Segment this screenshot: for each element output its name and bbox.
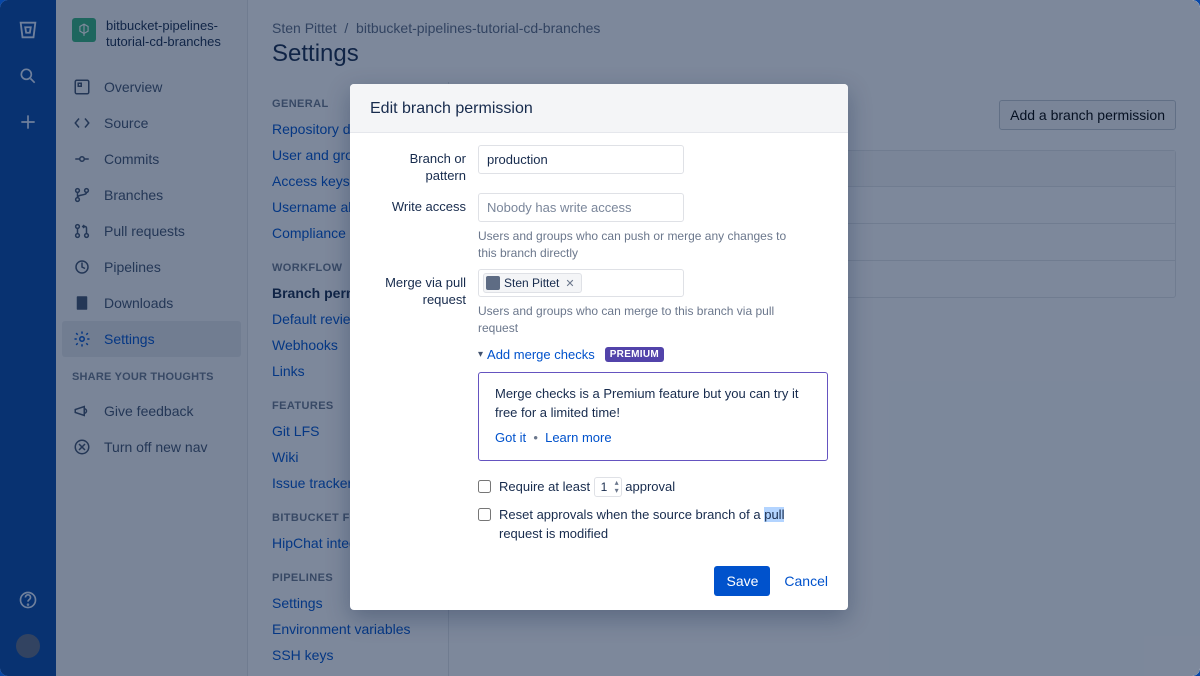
promo-learn-more-link[interactable]: Learn more (545, 430, 611, 445)
check-require-tasks: Require all pull request tasks to be res… (478, 548, 828, 554)
merge-pr-input[interactable]: Sten Pittet ✕ (478, 269, 684, 297)
checkbox[interactable] (478, 480, 491, 493)
write-access-help: Users and groups who can push or merge a… (478, 228, 808, 262)
write-access-input[interactable] (478, 193, 684, 222)
user-token: Sten Pittet ✕ (483, 273, 582, 293)
branch-pattern-input[interactable] (478, 145, 684, 174)
edit-branch-permission-modal: Edit branch permission Branch or pattern… (350, 84, 848, 610)
avatar-icon (486, 276, 500, 290)
write-access-label: Write access (370, 193, 478, 262)
remove-token-icon[interactable]: ✕ (563, 277, 576, 290)
premium-promo: Merge checks is a Premium feature but yo… (478, 372, 828, 461)
premium-badge: PREMIUM (605, 347, 664, 362)
chevron-down-icon: ▾ (478, 349, 483, 360)
approval-count-stepper[interactable]: 1▴▾ (594, 477, 622, 497)
save-button[interactable]: Save (714, 566, 770, 596)
add-merge-checks-toggle[interactable]: ▾ Add merge checks PREMIUM (478, 347, 664, 362)
cancel-button[interactable]: Cancel (784, 573, 828, 589)
branch-pattern-label: Branch or pattern (370, 145, 478, 185)
merge-pr-help: Users and groups who can merge to this b… (478, 303, 808, 337)
promo-got-it-link[interactable]: Got it (495, 430, 526, 445)
checkbox[interactable] (478, 508, 491, 521)
check-reset-approvals: Reset approvals when the source branch o… (478, 501, 828, 548)
merge-pr-label: Merge via pull request (370, 269, 478, 553)
modal-title: Edit branch permission (350, 84, 848, 133)
check-require-approvals: Require at least 1▴▾ approval (478, 473, 828, 501)
